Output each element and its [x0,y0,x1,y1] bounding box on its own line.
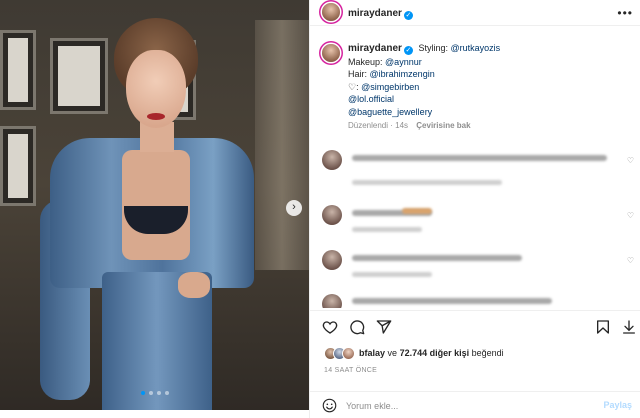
other-likers-link[interactable]: 72.744 diğer kişi [400,348,470,358]
post-sidebar: miraydaner ✓ ••• miraydaner ✓ Styling: @ru… [309,0,640,418]
download-icon[interactable] [621,319,637,335]
makeup-label: Makeup: [348,56,383,67]
hair-label: Hair: [348,69,368,79]
hair-mention[interactable]: @ibrahimzengin [370,69,435,79]
background-frame [0,30,36,110]
post-timestamp[interactable]: 14 SAAT ÖNCE [324,367,377,374]
caption-avatar[interactable] [322,44,340,62]
carousel-dots [141,391,169,395]
styling-mention[interactable]: @rutkayozis [450,43,500,53]
verified-icon: ✓ [403,11,413,20]
first-liker-link[interactable]: bfalay [359,348,385,358]
likes-suffix: beğendi [471,348,504,358]
heart-icon: ♡ [348,81,357,92]
post-header: miraydaner ✓ ••• [310,0,640,26]
more-options-icon[interactable]: ••• [617,6,633,20]
comment-like-icon[interactable]: ♡ [627,211,634,220]
post-photo[interactable]: › [0,0,309,410]
comment-composer: Paylaş [310,391,640,418]
share-icon[interactable] [376,319,392,335]
post-comment-button[interactable]: Paylaş [603,400,632,410]
commenter-avatar[interactable] [322,205,342,225]
background-frame [0,126,36,206]
likes-summary: bfalay ve 72.744 diğer kişi beğendi [324,345,504,361]
styling-label: Styling: [418,43,448,53]
like-icon[interactable] [322,319,338,335]
author-avatar[interactable] [322,3,340,21]
author-username[interactable]: miraydaner [348,8,402,19]
comment-item: ♡ [322,250,634,280]
carousel-dot [149,391,153,395]
caption-username[interactable]: miraydaner [348,43,402,54]
jewellery-mention[interactable]: @baguette_jewellery [348,107,432,117]
model-figure [40,10,262,410]
comment-item [322,294,634,308]
carousel-dot [157,391,161,395]
lol-mention[interactable]: @lol.official [348,94,394,104]
caption: miraydaner ✓ Styling: @rutkayozis Makeup:… [348,42,640,130]
comment-icon[interactable] [349,319,365,335]
comment-item: ♡ [322,150,634,186]
edited-label: Düzenlendi · 14s [348,121,409,130]
emoji-icon[interactable] [322,398,337,413]
action-bar [310,310,640,340]
likes-connector: ve [387,348,398,358]
verified-icon: ✓ [403,46,413,55]
comment-input[interactable] [346,397,576,414]
makeup-mention[interactable]: @aynnur [385,57,422,67]
carousel-dot [141,391,145,395]
carousel-dot [165,391,169,395]
commenter-avatar[interactable] [322,150,342,170]
comment-like-icon[interactable]: ♡ [627,156,634,165]
comment-item: ♡ [322,205,634,235]
background-lamp [255,20,309,270]
liker-avatar[interactable] [342,346,355,360]
heart-label: : [356,81,359,92]
caption-meta: Düzenlendi · 14s Çevirisine bak [348,121,640,130]
save-icon[interactable] [595,319,611,335]
comment-like-icon[interactable]: ♡ [627,256,634,265]
commenter-avatar[interactable] [322,294,342,308]
see-translation-link[interactable]: Çevirisine bak [416,121,470,130]
next-photo-button[interactable]: › [286,200,302,216]
heart-mention[interactable]: @simgebirben [361,82,419,92]
commenter-avatar[interactable] [322,250,342,270]
